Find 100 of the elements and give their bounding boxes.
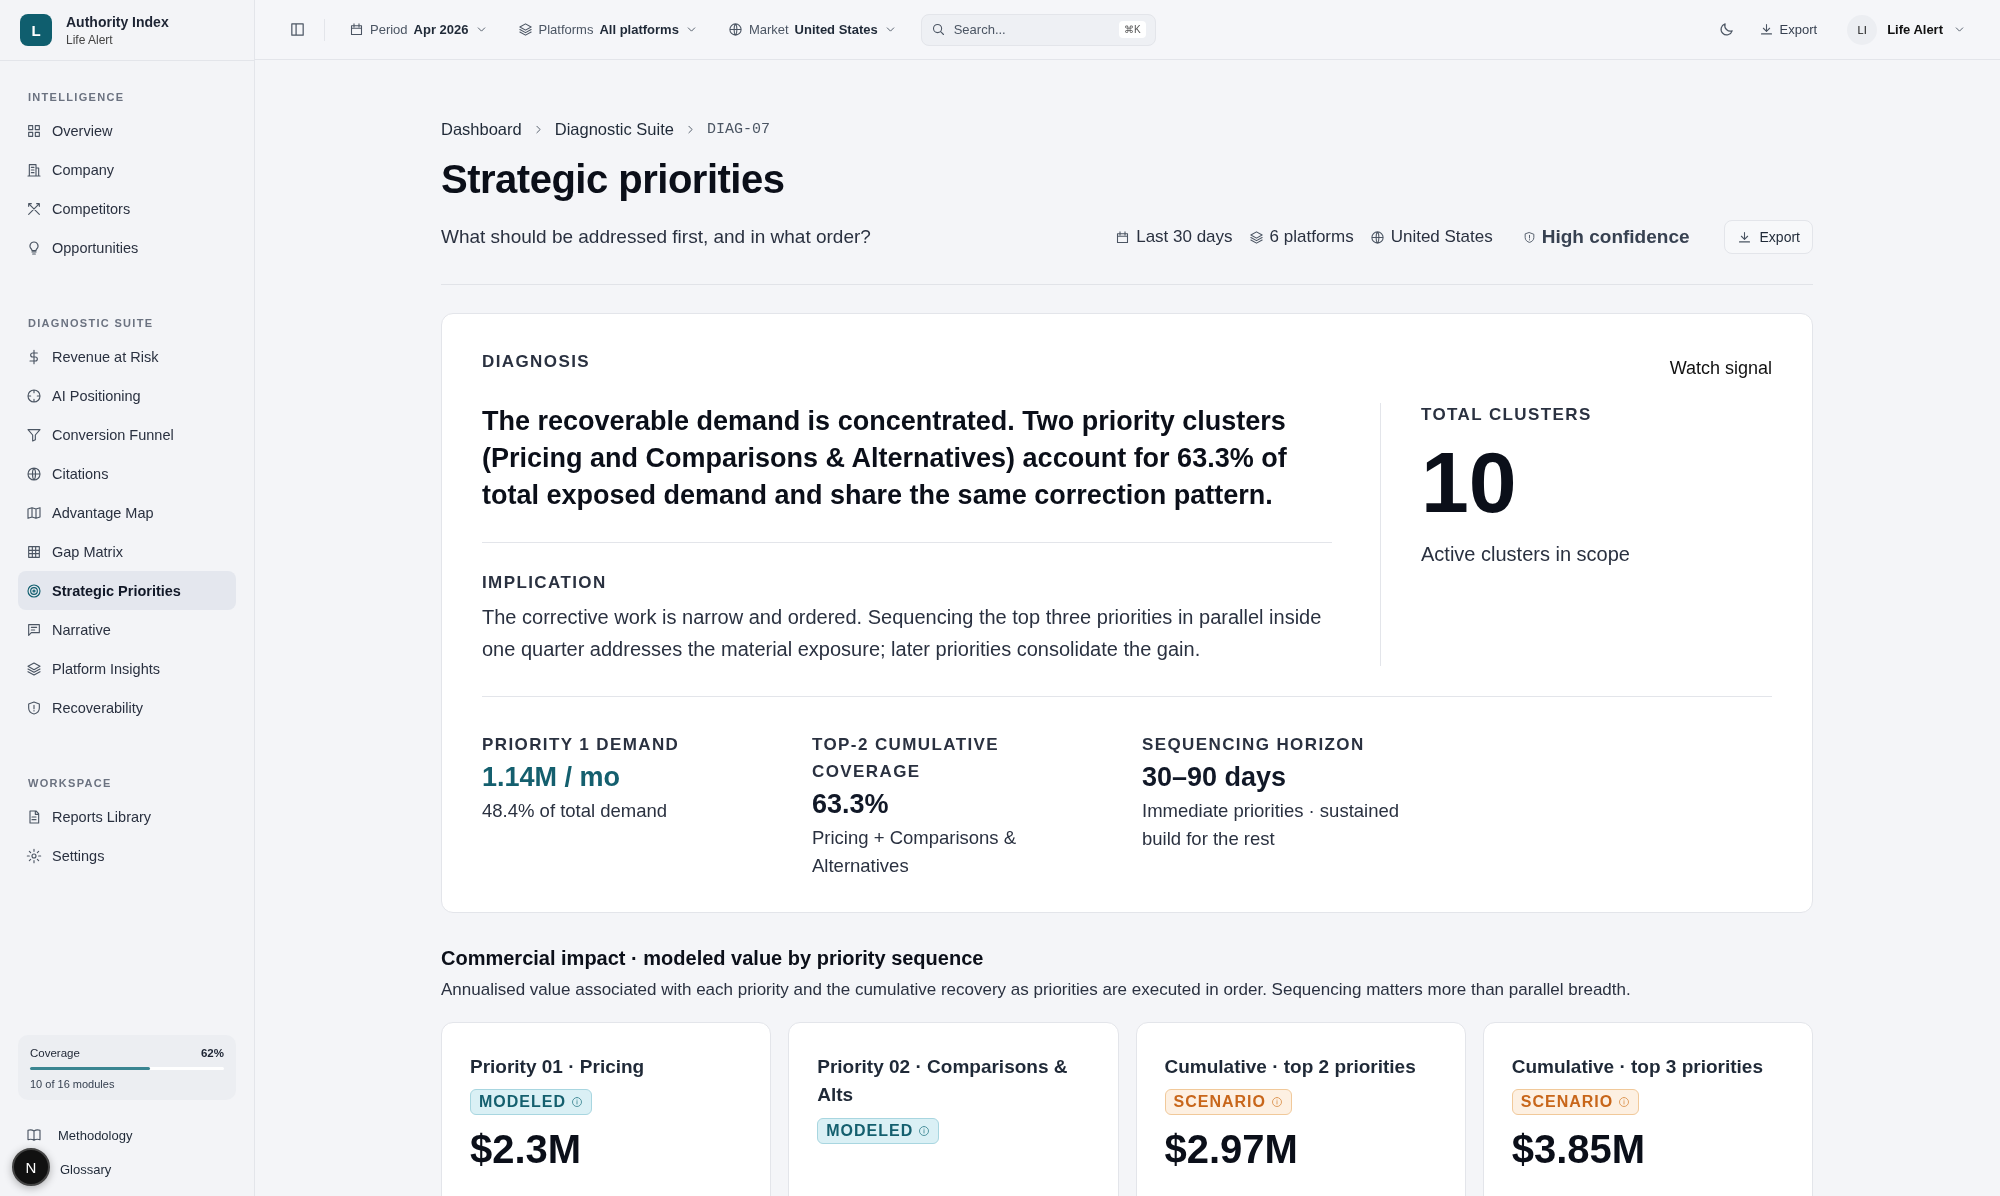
metric-note: Immediate priorities · sustained build for the rest [1142, 798, 1401, 851]
coverage-label: Coverage [30, 1047, 80, 1059]
page-subtitle: What should be addressed first, and in what order? [441, 226, 871, 248]
sidebar-item[interactable]: Opportunities [18, 228, 236, 267]
stat-note: Active clusters in scope [1421, 541, 1630, 567]
sidebar-item[interactable]: Conversion Funnel [18, 415, 236, 454]
globe-icon [26, 465, 42, 482]
layers-icon [1248, 229, 1264, 245]
page-title: Strategic priorities [441, 157, 786, 202]
coverage-note: 10 of 16 modules [30, 1078, 116, 1090]
export-button[interactable]: Export [1752, 21, 1824, 38]
info-icon [571, 1096, 583, 1109]
sidebar-item[interactable]: AI Positioning [18, 376, 236, 415]
metric-note: 48.4% of total demand [482, 798, 669, 823]
sidebar-item[interactable]: Reports Library [18, 797, 236, 836]
card-title: Cumulative · top 3 priorities [1511, 1054, 1763, 1079]
book-icon [26, 1127, 42, 1143]
message-icon [26, 621, 42, 638]
metric-value: 1.14M / mo [482, 761, 622, 793]
footer-link[interactable]: Glossary [60, 1152, 112, 1186]
coverage-value: 62% [200, 1047, 224, 1059]
badge-text: SCENARIO [1173, 1093, 1266, 1112]
target-icon [26, 582, 42, 599]
map-icon [26, 504, 42, 521]
confidence-label: High confidence [1541, 226, 1690, 248]
implication-text: The corrective work is narrow and ordered. Sequencing the top three priorities in parallel inside one quarter addresses the material exposure; later priorities consolidate the gain. [482, 604, 1323, 663]
sidebar-item[interactable]: Settings [18, 836, 236, 875]
metric-label: TOP-2 CUMULATIVE COVERAGE [812, 733, 1001, 783]
calendar-icon [349, 22, 364, 37]
crosshair-icon [26, 387, 42, 404]
meta-text: 6 platforms [1269, 227, 1354, 247]
download-icon [1736, 229, 1752, 245]
brand-name: Authority Index [66, 13, 169, 30]
badge-text: MODELED [826, 1121, 914, 1140]
sidebar-item[interactable]: Revenue at Risk [18, 337, 236, 376]
document-icon [26, 808, 42, 825]
user-menu[interactable]: LI Life Alert [1841, 13, 1972, 46]
shield-icon [1522, 230, 1536, 244]
metric-label: SEQUENCING HORIZON [1142, 733, 1366, 756]
grid-icon [26, 122, 42, 139]
section-label: DIAGNOSTIC SUITE [27, 316, 155, 331]
watch-signal-link[interactable]: Watch signal [1669, 358, 1772, 379]
breadcrumb-link[interactable]: Diagnostic Suite [554, 120, 674, 139]
dev-badge[interactable]: N [12, 1148, 50, 1186]
metric-note: Pricing + Comparisons & Alternatives [812, 826, 1018, 878]
info-icon [918, 1124, 931, 1137]
filter-dropdown[interactable]: Platforms All platforms [511, 22, 704, 37]
metric-label: PRIORITY 1 DEMAND [482, 733, 681, 756]
layers-icon [517, 22, 533, 37]
card-value: $3.85M [1511, 1129, 1646, 1170]
section-label: INTELLIGENCE [27, 90, 126, 105]
export-button[interactable]: Export [1723, 220, 1813, 254]
shield-icon [26, 699, 42, 716]
sidebar-item[interactable]: Narrative [18, 610, 236, 649]
breadcrumb-current: DIAG-07 [706, 121, 770, 138]
user-avatar: LI [1847, 14, 1878, 45]
stat-label: TOTAL CLUSTERS [1421, 405, 1593, 425]
brand-logo: L [20, 14, 52, 46]
filter-dropdown[interactable]: Period Apr 2026 [343, 22, 494, 37]
breadcrumb-link[interactable]: Dashboard [441, 120, 522, 139]
client-name: Life Alert [66, 32, 114, 47]
metric-value: 30–90 days [1142, 761, 1288, 793]
search-icon [930, 21, 946, 37]
funnel-icon [26, 426, 42, 443]
sidebar-item[interactable]: Overview [18, 111, 236, 150]
sidebar-toggle-icon[interactable] [289, 21, 306, 38]
section-label: IMPLICATION [482, 572, 608, 593]
sidebar-item[interactable]: Competitors [18, 189, 236, 228]
globe-icon [727, 22, 743, 37]
card-value: $2.97M [1164, 1129, 1298, 1170]
sidebar-item[interactable]: Recoverability [18, 688, 236, 727]
layers-icon [26, 660, 42, 677]
sidebar-item[interactable]: Citations [18, 454, 236, 493]
diagnosis-headline: The recoverable demand is concentrated. Two priority clusters (Pricing and Comparisons & Alternatives) account for 63.3% of total exposed demand and share the same correction pattern. [482, 405, 1288, 512]
sidebar-item[interactable]: Gap Matrix [18, 532, 236, 571]
globe-icon [1369, 229, 1385, 245]
sidebar-item[interactable]: Advantage Map [18, 493, 236, 532]
sidebar-item[interactable]: Company [18, 150, 236, 189]
sidebar-item[interactable]: Strategic Priorities [18, 571, 236, 610]
section-label: DIAGNOSIS [482, 352, 590, 372]
calendar-icon [1115, 229, 1131, 245]
card-title: Cumulative · top 2 priorities [1164, 1054, 1416, 1079]
badge-text: MODELED [479, 1093, 566, 1112]
sidebar-item[interactable]: Platform Insights [18, 649, 236, 688]
building-icon [26, 161, 42, 178]
meta-text: United States [1390, 227, 1493, 247]
section-label: WORKSPACE [27, 776, 113, 791]
card-title: Priority 02 · Comparisons & Alts [817, 1054, 1069, 1108]
metric-value: 63.3% [812, 789, 890, 821]
card-value: $2.3M [470, 1129, 582, 1170]
info-icon [1618, 1096, 1631, 1109]
info-icon [1270, 1096, 1283, 1109]
grid-table-icon [26, 543, 42, 560]
meta-text: Last 30 days [1136, 227, 1233, 247]
download-icon [1758, 22, 1774, 37]
section-heading: Commercial impact · modeled value by priority sequence [441, 946, 985, 970]
filter-dropdown[interactable]: Market United States [721, 22, 903, 37]
moon-icon[interactable] [1717, 21, 1735, 38]
card-title: Priority 01 · Pricing [470, 1054, 645, 1079]
badge-text: SCENARIO [1520, 1093, 1614, 1112]
